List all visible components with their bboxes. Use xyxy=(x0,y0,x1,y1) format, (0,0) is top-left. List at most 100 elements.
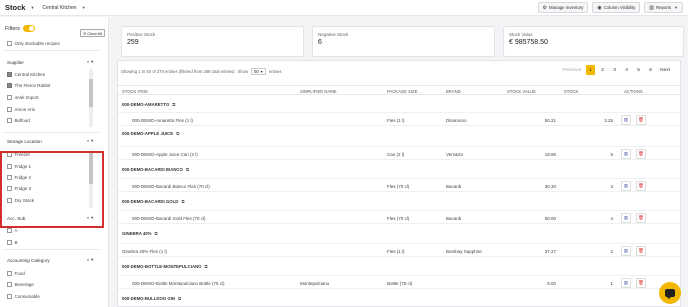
external-link-icon[interactable]: ⧉ xyxy=(181,199,184,204)
supplier-option[interactable]: Central Kitchen xyxy=(7,72,45,77)
chat-button[interactable] xyxy=(659,282,681,304)
supplier-scrollbar[interactable] xyxy=(89,69,93,127)
cell-stock-value: 50.21 xyxy=(544,118,556,123)
stats-button[interactable]: ▥ xyxy=(621,115,631,125)
close-icon: ✕ xyxy=(83,30,87,36)
page-button[interactable]: 3 xyxy=(610,65,619,75)
supplier-option-label: Amon Aris xyxy=(14,107,36,112)
bar-chart-icon: ▥ xyxy=(623,151,629,156)
checkbox[interactable] xyxy=(7,282,12,287)
stats-button[interactable]: ▥ xyxy=(621,278,631,288)
card-value: 259 xyxy=(127,39,139,46)
external-link-icon[interactable]: ⧉ xyxy=(172,102,175,107)
acc-sub-option[interactable]: B xyxy=(7,240,18,245)
table-row[interactable]: 000-DEMO-Amaretto Fles (1 l) Fles (1 l) … xyxy=(118,112,680,126)
checkbox[interactable] xyxy=(7,118,12,123)
delete-button[interactable]: 🗑 xyxy=(636,246,646,256)
page-length-select[interactable]: 50 ▾ xyxy=(251,68,266,75)
bar-chart-icon: ▥ xyxy=(623,183,629,188)
previous-page-button[interactable]: Previous xyxy=(560,65,583,75)
title-dropdown-icon[interactable]: ▼ xyxy=(30,5,34,10)
table-row[interactable]: Ginebra 40% Fles (1 l) Fles (1 l) Bombay… xyxy=(118,243,680,257)
delete-button[interactable]: 🗑 xyxy=(636,278,646,288)
external-link-icon[interactable]: ⧉ xyxy=(205,264,208,269)
col-package-size[interactable]: Package Size xyxy=(387,89,417,94)
filters-toggle[interactable] xyxy=(22,25,35,32)
external-link-icon[interactable]: ⧉ xyxy=(154,231,157,236)
checkbox[interactable] xyxy=(7,107,12,112)
cell-package: Fles (1 l) xyxy=(387,118,405,123)
filter-settings-icon[interactable]: ◐ ▾ xyxy=(87,59,108,65)
checkbox[interactable] xyxy=(7,228,12,233)
positive-stock-card: Positive Stock 259 xyxy=(121,26,304,57)
card-label: Positive Stock xyxy=(127,32,156,37)
stats-button[interactable]: ▥ xyxy=(621,246,631,256)
delete-button[interactable]: 🗑 xyxy=(636,149,646,159)
reports-button[interactable]: ▥ Reports ▼ xyxy=(644,2,683,13)
accounting-option[interactable]: Consumable xyxy=(7,294,40,299)
checkbox[interactable] xyxy=(7,95,12,100)
cell-stock: 3.25 xyxy=(604,118,613,123)
supplier-option[interactable]: Amon Aris xyxy=(7,107,35,112)
delete-button[interactable]: 🗑 xyxy=(636,115,646,125)
clear-all-label: Clear All xyxy=(87,30,103,36)
next-page-button[interactable]: Next xyxy=(658,65,672,75)
store-select[interactable]: Central Kitchen ▼ xyxy=(42,5,85,11)
external-link-icon[interactable]: ⧉ xyxy=(176,131,179,136)
col-brand[interactable]: Brand xyxy=(446,89,461,94)
checkbox[interactable] xyxy=(7,72,12,77)
filter-option[interactable]: Only stockable recipes xyxy=(7,41,60,46)
manage-inventory-button[interactable]: ⚙ Manage Inventory xyxy=(537,2,589,13)
checkbox[interactable] xyxy=(7,240,12,245)
eye-icon: ◉ xyxy=(597,4,602,11)
filter-settings-icon[interactable]: ◐ ▾ xyxy=(87,138,108,144)
cell-package: Can (2 l) xyxy=(387,152,405,157)
cell-stock-item: 000-DEMO-Bacardi Bianco Fles (70 cl) xyxy=(132,184,210,189)
page-button[interactable]: 5 xyxy=(634,65,643,75)
checkbox[interactable] xyxy=(7,83,12,88)
table-row[interactable]: 000-DEMO-Bottle Montepulciano Bottle (75… xyxy=(118,275,680,289)
filter-option-label: Only stockable recipes xyxy=(14,41,60,46)
col-stock-item[interactable]: Stock Item xyxy=(122,89,148,94)
page-button[interactable]: 1 xyxy=(586,65,596,75)
checkbox[interactable] xyxy=(7,41,12,46)
cell-brand: Bombay Sapphire xyxy=(446,249,482,254)
scroll-thumb[interactable] xyxy=(89,79,93,107)
storage-location-filter-title: Storage Location xyxy=(7,139,42,144)
table-row[interactable]: 000-DEMO-Apple Juice Can (2 l) Can (2 l)… xyxy=(118,146,680,160)
delete-button[interactable]: 🗑 xyxy=(636,213,646,223)
external-link-icon[interactable]: ⧉ xyxy=(178,296,181,301)
filter-settings-icon[interactable]: ◐ ▾ xyxy=(87,215,108,221)
filter-settings-icon[interactable]: ◐ ▾ xyxy=(87,257,108,263)
checkbox[interactable] xyxy=(7,294,12,299)
supplier-option[interactable]: Bidfood xyxy=(7,118,30,123)
acc-sub-option[interactable]: A xyxy=(7,228,18,233)
bar-chart-icon: ▥ xyxy=(649,4,654,11)
col-stock[interactable]: Stock xyxy=(564,89,578,94)
col-stock-value[interactable]: Stock Value xyxy=(507,89,536,94)
delete-button[interactable]: 🗑 xyxy=(636,181,646,191)
bar-chart-icon: ▥ xyxy=(623,215,629,220)
cell-package: Fles (70 cl) xyxy=(387,184,410,189)
page-button[interactable]: 2 xyxy=(598,65,607,75)
checkbox[interactable] xyxy=(7,271,12,276)
clear-all-button[interactable]: ✕ Clear All xyxy=(80,29,106,37)
accounting-option[interactable]: Beverage xyxy=(7,282,34,287)
col-simplified-name[interactable]: Simplified Name xyxy=(300,89,337,94)
cell-stock-item: Ginebra 40% Fles (1 l) xyxy=(122,249,168,254)
supplier-option[interactable]: 4Ask Import xyxy=(7,95,39,100)
page-button[interactable]: 6 xyxy=(646,65,655,75)
page-button[interactable]: 4 xyxy=(622,65,631,75)
supplier-option[interactable]: The Fierce Rabbit xyxy=(7,83,50,88)
stats-button[interactable]: ▥ xyxy=(621,149,631,159)
stats-button[interactable]: ▥ xyxy=(621,213,631,223)
column-visibility-button[interactable]: ◉ Column Visibility xyxy=(592,2,641,13)
stats-button[interactable]: ▥ xyxy=(621,181,631,191)
divider xyxy=(3,50,99,51)
group-name: 000-DEMO-BULLDOG GIN xyxy=(122,296,175,301)
external-link-icon[interactable]: ⧉ xyxy=(186,167,189,172)
accounting-option[interactable]: Food xyxy=(7,271,25,276)
table-row[interactable]: 000-DEMO-Bacardi Bianco Fles (70 cl) Fle… xyxy=(118,178,680,192)
table-row[interactable]: 000-DEMO-Bacardi Gold Fles (70 cl) Fles … xyxy=(118,210,680,224)
reports-label: Reports xyxy=(655,5,672,10)
